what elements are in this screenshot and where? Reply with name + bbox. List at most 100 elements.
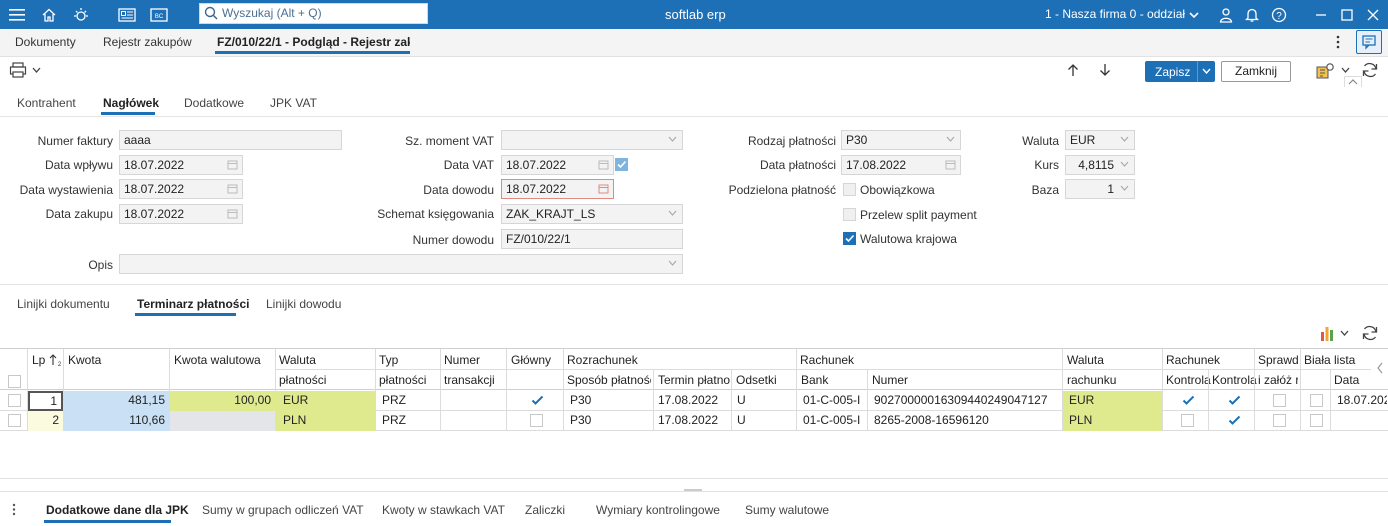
calendar-icon[interactable] xyxy=(598,159,609,170)
cell-kwota[interactable]: 481,15 xyxy=(64,391,169,411)
numer-dowodu-field[interactable]: FZ/010/22/1 xyxy=(501,229,683,249)
chevron-down-icon[interactable] xyxy=(946,136,955,142)
tab-sumy-w-grupach[interactable]: Sumy w grupach odliczeń VAT xyxy=(202,503,364,517)
chevron-down-icon[interactable] xyxy=(1120,161,1129,167)
tab-jpk-vat[interactable]: JPK VAT xyxy=(270,96,317,110)
tab-kontrahent[interactable]: Kontrahent xyxy=(17,96,76,110)
data-vat-field[interactable]: 18.07.2022 xyxy=(501,155,614,175)
header-zaloz[interactable]: i załóż ra xyxy=(1258,373,1298,387)
header-bank[interactable]: Bank xyxy=(801,373,828,387)
chat-icon[interactable] xyxy=(1356,30,1382,54)
sun-icon[interactable] xyxy=(70,4,92,26)
cell-lp[interactable]: 2 xyxy=(28,411,63,431)
header-biala-lista[interactable]: Biała lista xyxy=(1304,353,1355,367)
tab-rejestr-zakupow[interactable]: Rejestr zakupów xyxy=(103,35,192,49)
tab-zaliczki[interactable]: Zaliczki xyxy=(525,503,565,517)
tab-kwoty-w-stawkach[interactable]: Kwoty w stawkach VAT xyxy=(382,503,505,517)
more-vertical-icon[interactable] xyxy=(1334,35,1342,49)
header-numer[interactable]: Numer xyxy=(444,353,480,367)
company-selector[interactable]: 1 - Nasza firma 0 - oddział xyxy=(1045,7,1185,21)
close-button[interactable]: Zamknij xyxy=(1221,61,1291,82)
header-rachunek-kontrola[interactable]: Rachunek xyxy=(1166,353,1220,367)
kurs-field[interactable]: 4,8115 xyxy=(1065,155,1135,175)
tab-dodatkowe-dane-jpk[interactable]: Dodatkowe dane dla JPK xyxy=(46,503,189,517)
calendar-icon[interactable] xyxy=(227,183,238,194)
header-termin[interactable]: Termin płatności xyxy=(658,373,730,387)
calendar-icon[interactable] xyxy=(598,183,609,194)
header-typ[interactable]: Typ xyxy=(379,353,398,367)
baza-field[interactable]: 1 xyxy=(1065,179,1135,199)
collapse-icon[interactable] xyxy=(1344,76,1362,87)
print-icon[interactable] xyxy=(9,61,29,79)
header-rozrachunek[interactable]: Rozrachunek xyxy=(567,353,638,367)
cell-sprawdz-checkbox[interactable] xyxy=(1273,394,1286,407)
business-card-icon[interactable]: BC xyxy=(148,4,170,26)
cell-sposob[interactable]: P30 xyxy=(570,391,591,411)
header-glowny[interactable]: Główny xyxy=(511,353,551,367)
cell-waluta-rachunku[interactable]: EUR xyxy=(1063,391,1162,411)
header-odsetki[interactable]: Odsetki xyxy=(736,373,777,387)
scroll-left-icon[interactable] xyxy=(1376,362,1384,374)
cell-waluta[interactable]: PLN xyxy=(276,411,375,431)
chevron-down-icon[interactable] xyxy=(1120,136,1129,142)
home-icon[interactable] xyxy=(38,4,60,26)
header-kwota-walutowa[interactable]: Kwota walutowa xyxy=(174,353,261,367)
cell-odsetki[interactable]: U xyxy=(737,391,746,411)
sz-moment-vat-field[interactable] xyxy=(501,130,683,150)
panel-splitter[interactable] xyxy=(0,478,1388,479)
header-kontrola-1[interactable]: Kontrola xyxy=(1166,373,1211,387)
header-data[interactable]: Data xyxy=(1334,373,1359,387)
numer-faktury-field[interactable]: aaaa xyxy=(119,130,342,150)
data-vat-checkbox[interactable] xyxy=(615,158,628,171)
row-select-checkbox[interactable] xyxy=(8,394,21,407)
save-button[interactable]: Zapisz xyxy=(1145,61,1215,82)
obowiazkowa-checkbox[interactable] xyxy=(843,183,856,196)
chevron-down-icon[interactable] xyxy=(668,136,677,142)
print-chevron-icon[interactable] xyxy=(32,67,41,73)
cell-numer-rachunku[interactable]: 8265-2008-16596120 xyxy=(874,411,989,431)
data-zakupu-field[interactable]: 18.07.2022 xyxy=(119,204,243,224)
cell-kontrola2-checkbox[interactable] xyxy=(1227,393,1241,406)
cell-bank[interactable]: 01-C-005-I xyxy=(803,411,860,431)
data-wystawienia-field[interactable]: 18.07.2022 xyxy=(119,179,243,199)
cell-lp[interactable]: 1 xyxy=(28,391,63,411)
cell-glowny-checkbox[interactable] xyxy=(530,414,543,427)
tab-dodatkowe[interactable]: Dodatkowe xyxy=(184,96,244,110)
tab-dokumenty[interactable]: Dokumenty xyxy=(15,35,76,49)
cell-odsetki[interactable]: U xyxy=(737,411,746,431)
tab-document-preview[interactable]: FZ/010/22/1 - Podgląd - Rejestr zaku xyxy=(217,35,410,49)
user-icon[interactable] xyxy=(1215,4,1237,26)
chevron-down-icon[interactable] xyxy=(668,210,677,216)
header-waluta-rachunku[interactable]: Waluta xyxy=(1067,353,1104,367)
close-icon[interactable] xyxy=(1362,4,1384,26)
tab-sumy-walutowe[interactable]: Sumy walutowe xyxy=(745,503,829,517)
tab-naglowek[interactable]: Nagłówek xyxy=(103,96,159,110)
cell-termin[interactable]: 17.08.2022 xyxy=(658,391,718,411)
cell-data[interactable]: 18.07.2022 xyxy=(1337,391,1387,411)
cell-waluta-rachunku[interactable]: PLN xyxy=(1063,411,1162,431)
chevron-down-icon[interactable] xyxy=(1120,185,1129,191)
cell-kontrola2-checkbox[interactable] xyxy=(1227,413,1241,426)
header-kwota[interactable]: Kwota xyxy=(68,353,101,367)
help-icon[interactable]: ? xyxy=(1268,4,1290,26)
menu-icon[interactable] xyxy=(6,4,28,26)
cell-sprawdz-checkbox[interactable] xyxy=(1273,414,1286,427)
data-platnosci-field[interactable]: 17.08.2022 xyxy=(841,155,961,175)
header-rachunek[interactable]: Rachunek xyxy=(800,353,854,367)
cell-bank[interactable]: 01-C-005-I xyxy=(803,391,860,411)
rodzaj-platnosci-field[interactable]: P30 xyxy=(841,130,961,150)
header-sprawdz[interactable]: Sprawdź xyxy=(1258,353,1298,367)
grid-refresh-icon[interactable] xyxy=(1361,324,1379,342)
document-view-icon[interactable] xyxy=(116,4,138,26)
arrow-up-icon[interactable] xyxy=(1067,63,1079,77)
cell-typ[interactable]: PRZ xyxy=(382,391,406,411)
calendar-icon[interactable] xyxy=(945,159,956,170)
cell-kwota-walutowa[interactable]: 100,00 xyxy=(170,391,275,411)
cell-termin[interactable]: 17.08.2022 xyxy=(658,411,718,431)
waluta-field[interactable]: EUR xyxy=(1065,130,1135,150)
walutowa-krajowa-checkbox[interactable] xyxy=(843,232,856,245)
header-kontrola-2[interactable]: Kontrola xyxy=(1212,373,1257,387)
chart-chevron-icon[interactable] xyxy=(1340,330,1349,336)
header-lp[interactable]: Lp xyxy=(32,353,45,367)
cell-sposob[interactable]: P30 xyxy=(570,411,591,431)
